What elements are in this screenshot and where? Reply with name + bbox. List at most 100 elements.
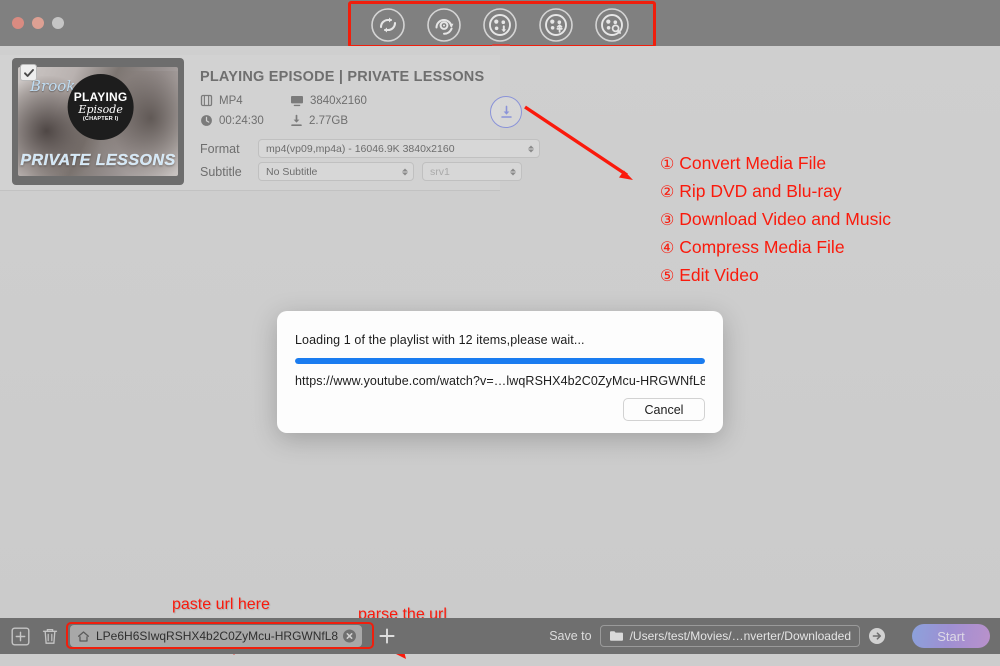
save-path-field[interactable]: /Users/test/Movies/…nverter/Downloaded [599, 625, 860, 647]
feature-text-3: Download Video and Music [679, 209, 891, 229]
folder-icon [609, 631, 623, 641]
format-label: Format [200, 141, 240, 156]
feature-text-5: Edit Video [679, 265, 759, 285]
thumbnail-image: Brooke PLAYING Episode (CHAPTER I) PRIVA… [18, 67, 178, 176]
feature-item-2: ② Rip DVD and Blu-ray [660, 178, 891, 206]
meta-resolution-value: 3840x2160 [310, 94, 367, 107]
delete-file-button[interactable] [39, 626, 60, 647]
clock-icon [201, 115, 212, 126]
reel-edit-icon [595, 8, 629, 42]
meta-filesize-value: 2.77GB [309, 114, 348, 127]
media-file-card: Brooke PLAYING Episode (CHAPTER I) PRIVA… [0, 55, 540, 191]
save-to-label: Save to [549, 629, 592, 643]
meta-filesize: 2.77GB [290, 114, 440, 127]
title-bar [0, 0, 1000, 48]
chevron-updown-icon [402, 168, 408, 175]
toolbar-item-ripper[interactable] [425, 6, 463, 44]
reel-compress-icon [539, 8, 573, 42]
feature-num-2: ② [660, 184, 675, 201]
subtitle-label: Subtitle [200, 164, 242, 179]
toolbar-item-convert[interactable] [369, 6, 407, 44]
reel-download-icon [483, 8, 517, 42]
open-folder-button[interactable] [868, 627, 886, 645]
feature-num-1: ① [660, 156, 675, 173]
toolbar-item-compress[interactable] [537, 6, 575, 44]
loading-dialog: Loading 1 of the playlist with 12 items,… [277, 311, 723, 433]
clear-url-button[interactable] [343, 629, 356, 643]
feature-num-4: ④ [660, 240, 675, 257]
main-toolbar [353, 2, 647, 48]
window-controls [0, 17, 64, 29]
feature-item-1: ① Convert Media File [660, 150, 891, 178]
download-size-icon [291, 114, 302, 126]
convert-arrows-icon [371, 8, 405, 42]
format-select[interactable]: mp4(vp09,mp4a) - 16046.9K 3840x2160 [258, 139, 540, 158]
meta-resolution: 3840x2160 [290, 94, 440, 107]
disc-rip-icon [427, 8, 461, 42]
feature-num-5: ⑤ [660, 268, 675, 285]
checkmark-icon [23, 68, 34, 77]
toolbar-item-downloader[interactable] [481, 6, 519, 44]
progress-bar-fill [295, 358, 705, 364]
start-button[interactable]: Start [912, 624, 990, 648]
select-file-checkbox[interactable] [20, 64, 37, 81]
feature-item-5: ⑤ Edit Video [660, 262, 891, 290]
feature-item-4: ④ Compress Media File [660, 234, 891, 262]
feature-annotation-list: ① Convert Media File ② Rip DVD and Blu-r… [660, 150, 891, 290]
toolbar-item-editor[interactable] [593, 6, 631, 44]
chevron-updown-icon [510, 168, 516, 175]
monitor-icon [291, 96, 303, 107]
thumbnail-badge-line2: Episode [78, 102, 123, 116]
file-video-icon [200, 94, 213, 107]
plus-icon [379, 628, 395, 644]
feature-text-2: Rip DVD and Blu-ray [679, 181, 842, 201]
media-title: PLAYING EPISODE | PRIVATE LESSONS [200, 69, 485, 85]
add-file-icon [11, 627, 30, 646]
meta-format: MP4 [200, 94, 290, 107]
paste-url-annotation: paste url here [172, 596, 270, 613]
subtitle-track-value: srv1 [430, 165, 450, 178]
subtitle-select-value: No Subtitle [266, 165, 318, 178]
minimize-window-button[interactable] [32, 17, 44, 29]
parse-url-button[interactable] [376, 625, 398, 647]
meta-duration: 00:24:30 [200, 114, 290, 127]
home-icon [77, 630, 90, 642]
dialog-actions: Cancel [295, 398, 705, 421]
subtitle-select[interactable]: No Subtitle [258, 162, 414, 181]
thumbnail-title-text: PRIVATE LESSONS [20, 152, 176, 170]
meta-format-value: MP4 [219, 94, 243, 107]
download-circle-icon [500, 105, 512, 118]
save-location-group: Save to /Users/test/Movies/…nverter/Down… [549, 625, 886, 647]
save-path-value: /Users/test/Movies/…nverter/Downloaded [629, 629, 851, 643]
chevron-updown-icon [528, 145, 534, 152]
loading-url: https://www.youtube.com/watch?v=…lwqRSHX… [295, 374, 705, 388]
thumbnail[interactable]: Brooke PLAYING Episode (CHAPTER I) PRIVA… [12, 58, 184, 185]
format-row: Format mp4(vp09,mp4a) - 16046.9K 3840x21… [200, 139, 540, 158]
thumbnail-badge-line3: (CHAPTER I) [82, 115, 119, 122]
media-info: PLAYING EPISODE | PRIVATE LESSONS MP4 38… [184, 58, 540, 190]
application-window: Brooke PLAYING Episode (CHAPTER I) PRIVA… [0, 0, 1000, 659]
arrow-right-circle-icon [869, 628, 885, 644]
media-meta-grid: MP4 3840x2160 00:24:30 2.77GB [200, 94, 440, 127]
subtitle-track-select[interactable]: srv1 [422, 162, 522, 181]
trash-icon [42, 628, 57, 644]
main-content: Brooke PLAYING Episode (CHAPTER I) PRIVA… [0, 46, 1000, 659]
meta-duration-value: 00:24:30 [219, 114, 264, 127]
feature-item-3: ③ Download Video and Music [660, 206, 891, 234]
clear-circle-icon [346, 633, 353, 639]
progress-bar [295, 358, 705, 364]
bottom-toolbar: LPe6H6SIwqRSHX4b2C0ZyMcu-HRGWNfL8 Save t… [0, 618, 1000, 654]
url-input[interactable]: LPe6H6SIwqRSHX4b2C0ZyMcu-HRGWNfL8 [70, 625, 362, 647]
download-file-button[interactable] [490, 96, 522, 128]
cancel-button[interactable]: Cancel [623, 398, 705, 421]
subtitle-row: Subtitle No Subtitle srv1 [200, 162, 540, 181]
url-input-value: LPe6H6SIwqRSHX4b2C0ZyMcu-HRGWNfL8 [96, 629, 338, 643]
thumbnail-badge-line1: PLAYING [73, 89, 128, 104]
maximize-window-button[interactable] [52, 17, 64, 29]
close-window-button[interactable] [12, 17, 24, 29]
loading-message: Loading 1 of the playlist with 12 items,… [295, 333, 585, 347]
format-select-value: mp4(vp09,mp4a) - 16046.9K 3840x2160 [266, 142, 455, 155]
feature-text-4: Compress Media File [679, 237, 845, 257]
add-file-button[interactable] [10, 626, 31, 647]
feature-text-1: Convert Media File [679, 153, 827, 173]
